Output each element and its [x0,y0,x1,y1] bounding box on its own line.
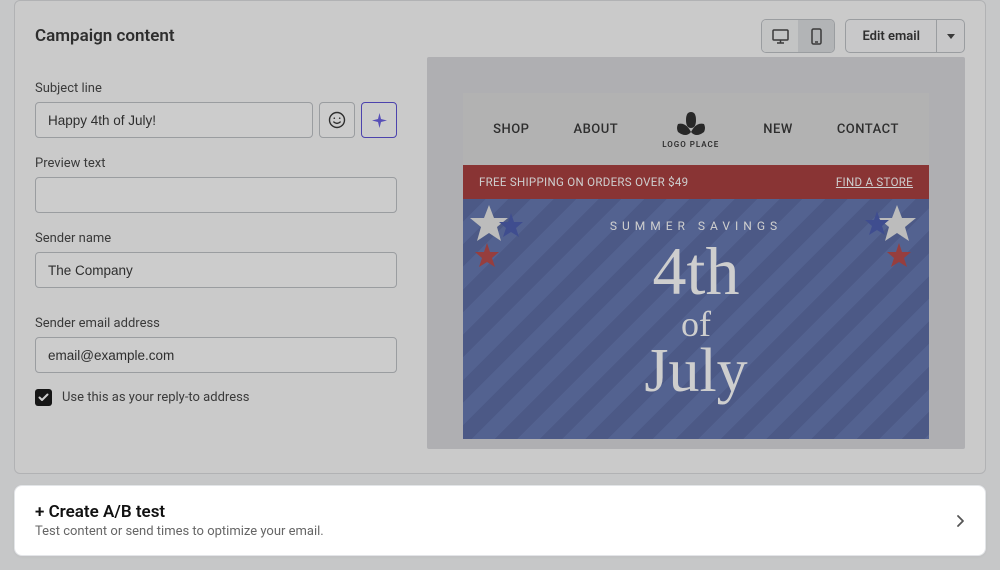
check-icon [38,393,49,402]
sender-email-label: Sender email address [35,316,397,331]
device-toggle [761,19,835,53]
campaign-content-panel: Campaign content Edit email Subject line [14,0,986,474]
edit-email-dropdown[interactable] [937,19,965,53]
banner-link: FIND A STORE [836,175,913,189]
sender-name-input[interactable] [35,252,397,288]
preview-text-input[interactable] [35,177,397,213]
logo-text: LOGO PLACE [662,140,719,149]
emoji-icon [328,111,346,129]
mobile-icon [811,28,822,45]
sender-email-input[interactable] [35,337,397,373]
ab-title: + Create A/B test [35,502,324,522]
panel-title: Campaign content [35,26,175,46]
ai-assist-button[interactable] [361,102,397,138]
ab-subtitle: Test content or send times to optimize y… [35,524,324,539]
hero-eyebrow: SUMMER SAVINGS [473,219,919,233]
edit-email-group: Edit email [845,19,965,53]
nav-shop: SHOP [493,122,529,137]
banner-text: FREE SHIPPING ON ORDERS OVER $49 [479,175,688,189]
logo-icon [674,110,708,138]
desktop-icon [772,29,789,44]
mobile-view-button[interactable] [798,20,834,52]
edit-email-button[interactable]: Edit email [845,19,937,53]
form-column: Subject line Preview text Sender name Se… [35,21,397,449]
panel-header: Campaign content Edit email [35,19,965,53]
sparkle-icon [371,112,388,129]
replyto-row: Use this as your reply-to address [35,389,397,406]
desktop-view-button[interactable] [762,20,798,52]
preview-text-label: Preview text [35,156,397,171]
hero: SUMMER SAVINGS 4th of July [463,199,929,439]
email-banner: FREE SHIPPING ON ORDERS OVER $49 FIND A … [463,165,929,199]
chevron-right-icon [956,514,965,528]
nav-new: NEW [763,122,793,137]
hero-line3: July [473,340,919,402]
stars-right-icon [863,205,923,273]
logo-block: LOGO PLACE [662,110,719,149]
emoji-picker-button[interactable] [319,102,355,138]
email-preview-pane: SHOP ABOUT LOGO PLACE NEW CONTACT FREE S… [427,57,965,449]
stars-left-icon [469,205,539,273]
caret-down-icon [947,34,955,39]
subject-input[interactable] [35,102,313,138]
subject-row [35,102,397,138]
ab-text: + Create A/B test Test content or send t… [35,502,324,539]
email-body: SHOP ABOUT LOGO PLACE NEW CONTACT FREE S… [463,93,929,439]
replyto-label: Use this as your reply-to address [62,390,250,405]
hero-line1: 4th [473,239,919,304]
ab-test-card[interactable]: + Create A/B test Test content or send t… [14,485,986,556]
nav-contact: CONTACT [837,122,899,137]
subject-label: Subject line [35,81,397,96]
email-nav: SHOP ABOUT LOGO PLACE NEW CONTACT [463,93,929,165]
panel-actions: Edit email [761,19,965,53]
sender-name-label: Sender name [35,231,397,246]
nav-about: ABOUT [573,122,618,137]
replyto-checkbox[interactable] [35,389,52,406]
